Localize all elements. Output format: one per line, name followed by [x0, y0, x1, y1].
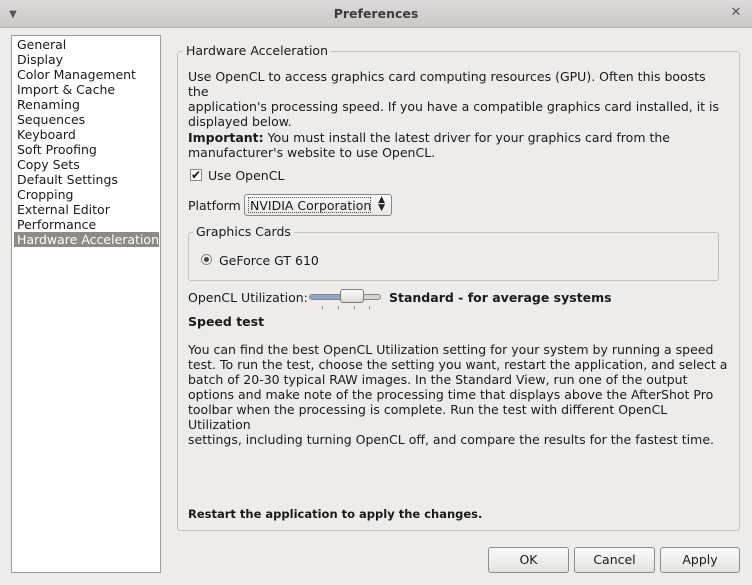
slider-ticks — [322, 306, 370, 310]
sidebar-item-hardware-acceleration[interactable]: Hardware Acceleration — [14, 232, 159, 247]
graphics-cards-title: Graphics Cards — [193, 224, 294, 239]
intro-line: Use OpenCL to access graphics card compu… — [188, 69, 706, 99]
ok-button[interactable]: OK — [488, 547, 569, 573]
sidebar-item-import-cache[interactable]: Import & Cache — [12, 82, 160, 97]
sidebar-item-display[interactable]: Display — [12, 52, 160, 67]
sidebar-item-keyboard[interactable]: Keyboard — [12, 127, 160, 142]
preferences-window: ▼ Preferences ✕ General Display Color Ma… — [0, 0, 752, 585]
group-title: Hardware Acceleration — [183, 43, 331, 58]
checkmark-icon: ✔ — [191, 168, 202, 182]
speed-test-line: You can find the best OpenCL Utilization… — [188, 342, 714, 357]
platform-label: Platform — [188, 198, 241, 213]
use-opencl-checkbox[interactable]: ✔ — [190, 169, 202, 181]
speed-test-title: Speed test — [188, 314, 265, 329]
speed-test-line: batch of 20-30 typical RAW images. In th… — [188, 372, 688, 387]
speed-test-line: settings, including turning OpenCL off, … — [188, 432, 714, 447]
opencl-utilization-label: OpenCL Utilization: — [188, 290, 308, 305]
radio-dot-icon — [204, 257, 209, 262]
close-icon[interactable]: ✕ — [728, 5, 744, 21]
sidebar-item-external-editor[interactable]: External Editor — [12, 202, 160, 217]
sidebar-item-sequences[interactable]: Sequences — [12, 112, 160, 127]
title-bar: ▼ Preferences ✕ — [0, 0, 752, 28]
preferences-category-list: General Display Color Management Import … — [11, 35, 161, 573]
speed-test-line: test. To run the test, choose the settin… — [188, 357, 728, 372]
important-note: Important: You must install the latest d… — [188, 130, 728, 160]
slider-tick — [369, 306, 370, 309]
sidebar-item-performance[interactable]: Performance — [12, 217, 160, 232]
speed-test-line: toolbar when the processing is complete.… — [188, 402, 668, 432]
platform-select[interactable]: NVIDIA Corporation ▲ ▼ — [244, 194, 392, 216]
speed-test-line: options and make note of the processing … — [188, 387, 714, 402]
apply-button[interactable]: Apply — [660, 547, 740, 573]
sidebar-item-copy-sets[interactable]: Copy Sets — [12, 157, 160, 172]
up-down-arrows-icon: ▲ ▼ — [378, 195, 385, 213]
slider-tick — [322, 306, 323, 309]
intro-line: application's processing speed. If you h… — [188, 99, 720, 114]
slider-handle[interactable] — [340, 289, 364, 303]
sidebar-item-color-management[interactable]: Color Management — [12, 67, 160, 82]
graphics-card-label[interactable]: GeForce GT 610 — [219, 253, 319, 268]
opencl-utilization-value: Standard - for average systems — [389, 290, 612, 305]
use-opencl-label[interactable]: Use OpenCL — [208, 168, 284, 183]
important-text: You must install the latest driver for y… — [263, 130, 670, 145]
sidebar-item-renaming[interactable]: Renaming — [12, 97, 160, 112]
sidebar-item-cropping[interactable]: Cropping — [12, 187, 160, 202]
sidebar-item-default-settings[interactable]: Default Settings — [12, 172, 160, 187]
platform-select-value: NVIDIA Corporation — [250, 198, 372, 213]
sidebar-item-general[interactable]: General — [12, 37, 160, 52]
graphics-card-radio[interactable] — [201, 254, 212, 265]
important-text: manufacturer's website to use OpenCL. — [188, 145, 436, 160]
slider-tick — [354, 306, 355, 309]
speed-test-text: You can find the best OpenCL Utilization… — [188, 342, 728, 447]
important-label: Important: — [188, 130, 264, 145]
intro-line: displayed below. — [188, 114, 292, 129]
restart-note: Restart the application to apply the cha… — [188, 507, 483, 521]
cancel-button[interactable]: Cancel — [574, 547, 655, 573]
intro-text: Use OpenCL to access graphics card compu… — [188, 69, 728, 129]
window-title: Preferences — [333, 6, 419, 21]
sidebar-item-soft-proofing[interactable]: Soft Proofing — [12, 142, 160, 157]
slider-tick — [338, 306, 339, 309]
